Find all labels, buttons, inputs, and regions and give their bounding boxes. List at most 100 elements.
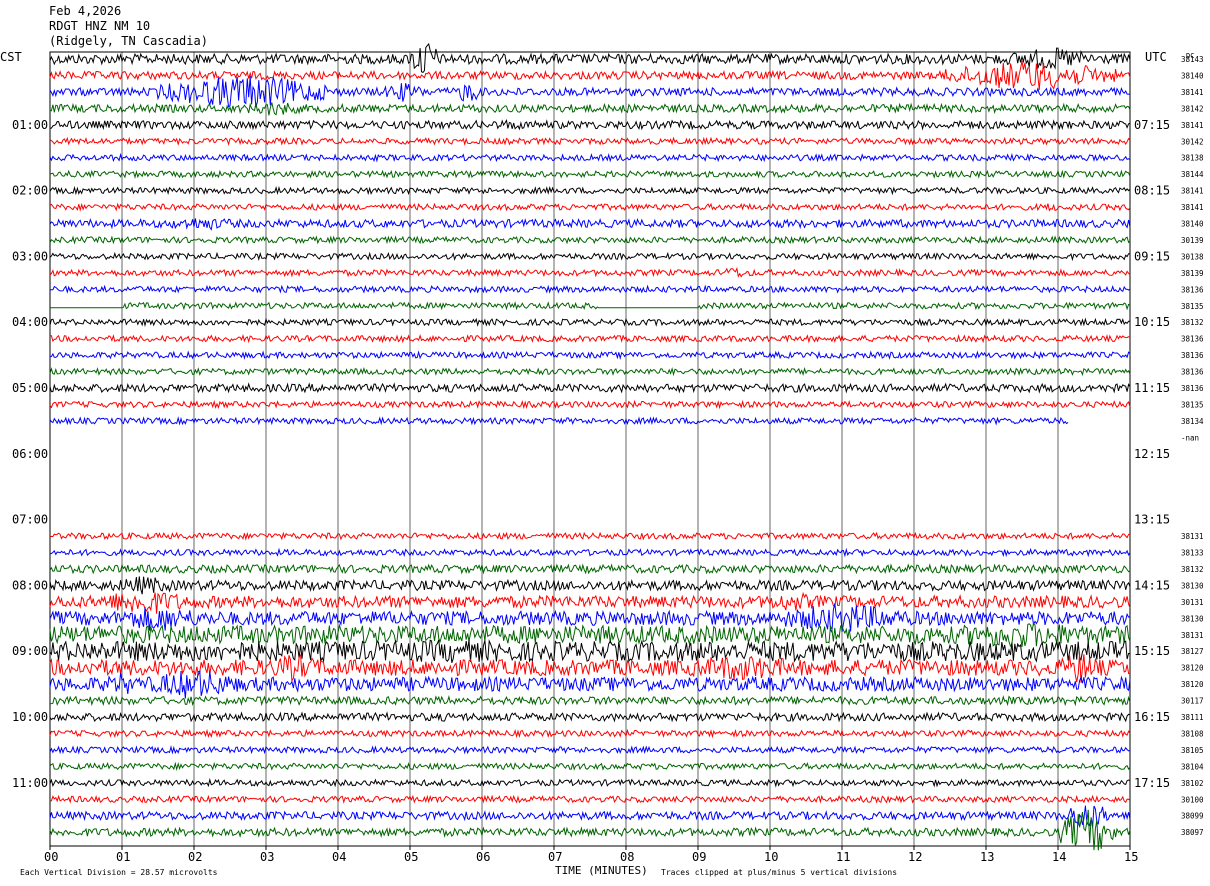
trace-row (50, 301, 1131, 311)
left-time-label: 01:00 (12, 118, 48, 132)
dc-offset-label: 30142 (1181, 137, 1204, 146)
left-time-label: 08:00 (12, 578, 48, 592)
dc-offset-label: 38105 (1181, 746, 1204, 755)
dc-offset-label: 38135 (1181, 302, 1204, 311)
left-axis-label: CST (0, 50, 22, 64)
dc-offset-label: 38136 (1181, 351, 1204, 360)
dc-offset-label: -nan (1181, 433, 1199, 442)
dc-offset-label: 38141 (1181, 203, 1204, 212)
dc-offset-label: 38097 (1181, 828, 1204, 837)
x-tick-label: 11 (836, 850, 850, 864)
right-time-label: 17:15 (1134, 776, 1170, 790)
trace-row (49, 591, 1131, 614)
trace-row (49, 136, 1131, 146)
right-time-label: 15:15 (1134, 644, 1170, 658)
trace-row (49, 42, 1131, 73)
trace-row (49, 235, 1131, 245)
right-axis-label: UTC (1145, 50, 1167, 64)
trace-row (49, 653, 1131, 683)
trace-row (49, 794, 1131, 804)
trace-row (49, 118, 1131, 131)
dc-offset-label: 38131 (1181, 631, 1204, 640)
dc-offset-label: 38120 (1181, 680, 1204, 689)
trace-row (49, 399, 1131, 410)
dc-offset-label: 38120 (1181, 664, 1204, 673)
x-tick-label: 02 (188, 850, 202, 864)
trace-lines (49, 42, 1131, 851)
plot-frame (49, 51, 1131, 847)
trace-row (49, 350, 1131, 361)
dc-offset-label: 38136 (1181, 384, 1204, 393)
dc-offset-label: 38141 (1181, 121, 1204, 130)
left-time-label: 09:00 (12, 644, 48, 658)
x-tick-label: 09 (692, 850, 706, 864)
trace-row (49, 639, 1131, 663)
left-time-label: 07:00 (12, 513, 48, 527)
trace-row (49, 711, 1131, 723)
x-axis-title: TIME (MINUTES) (555, 864, 648, 877)
trace-row (49, 670, 1131, 699)
left-time-label: 11:00 (12, 776, 48, 790)
trace-row (49, 728, 1131, 739)
right-time-label: 10:15 (1134, 315, 1170, 329)
dc-offset-label: 38140 (1181, 220, 1204, 229)
right-time-label: 07:15 (1134, 118, 1170, 132)
left-time-label: 06:00 (12, 447, 48, 461)
dc-offset-label: 38108 (1181, 729, 1204, 738)
dc-offset-label: 38127 (1181, 647, 1204, 656)
right-time-labels: 07:15 08:15 09:15 10:15 11:15 12:15 13:15 14:15… (1134, 118, 1170, 790)
trace-row (49, 284, 1131, 294)
trace-row (49, 366, 1131, 377)
dc-offset-label: 38130 (1181, 581, 1204, 590)
dc-offset-label: 38135 (1181, 400, 1204, 409)
x-axis-ticks: 00 01 02 03 04 05 06 07 08 09 10 11 12 13 14 15 (44, 846, 1138, 864)
trace-row (49, 317, 1130, 328)
footer-scale-note: Each Vertical Division = 28.57 microvolt… (20, 868, 218, 877)
trace-row (49, 251, 1130, 262)
trace-row (49, 603, 1131, 634)
trace-row (49, 333, 1131, 344)
trace-row (49, 777, 1131, 788)
trace-row (49, 169, 1131, 179)
right-time-label: 14:15 (1134, 578, 1170, 592)
dc-offset-label: 38142 (1181, 104, 1204, 113)
right-time-label: 08:15 (1134, 184, 1170, 198)
dc-offset-label: 38104 (1181, 762, 1204, 771)
dc-offset-label: 30138 (1181, 252, 1204, 261)
dc-offset-label: 38140 (1181, 71, 1204, 80)
helicorder-chart: Feb 4,2026 RDGT HNZ NM 10 (Ridgely, TN C… (0, 4, 1204, 877)
dc-offset-label: 38131 (1181, 532, 1204, 541)
x-tick-label: 03 (260, 850, 274, 864)
dc-offset-label: 38111 (1181, 713, 1204, 722)
dc-offset-label: 38138 (1181, 154, 1204, 163)
dc-offset-labels: 38143 38140 38141 38142 38141 30142 38138 38144… (1181, 55, 1204, 837)
x-tick-label: 14 (1052, 850, 1066, 864)
minute-gridlines (49, 51, 1131, 847)
left-time-label: 04:00 (12, 315, 48, 329)
dc-offset-label: 38133 (1181, 549, 1204, 558)
dc-offset-label: 38099 (1181, 812, 1204, 821)
trace-row (49, 576, 1131, 595)
right-time-label: 09:15 (1134, 249, 1170, 263)
dc-offset-label: 38144 (1181, 170, 1204, 179)
right-time-label: 11:15 (1134, 381, 1170, 395)
trace-row (49, 266, 1131, 278)
x-tick-label: 04 (332, 850, 346, 864)
footer-clip-note: Traces clipped at plus/minus 5 vertical … (661, 868, 897, 877)
dc-offset-label: 38132 (1181, 318, 1204, 327)
right-time-label: 13:15 (1134, 513, 1170, 527)
header-date: Feb 4,2026 (49, 4, 121, 18)
dc-offset-label: 38143 (1181, 55, 1204, 64)
right-time-label: 16:15 (1134, 710, 1170, 724)
trace-row (49, 202, 1131, 212)
x-tick-label: 13 (980, 850, 994, 864)
dc-offset-label: 38139 (1181, 269, 1204, 278)
dc-offset-label: 38141 (1181, 88, 1204, 97)
header-location: (Ridgely, TN Cascadia) (49, 34, 208, 48)
dc-offset-label: 38102 (1181, 779, 1204, 788)
dc-offset-label: 30100 (1181, 795, 1204, 804)
dc-offset-label: 38141 (1181, 187, 1204, 196)
trace-row (49, 761, 1131, 772)
dc-offset-label: 38136 (1181, 368, 1204, 377)
trace-row (49, 152, 1131, 163)
